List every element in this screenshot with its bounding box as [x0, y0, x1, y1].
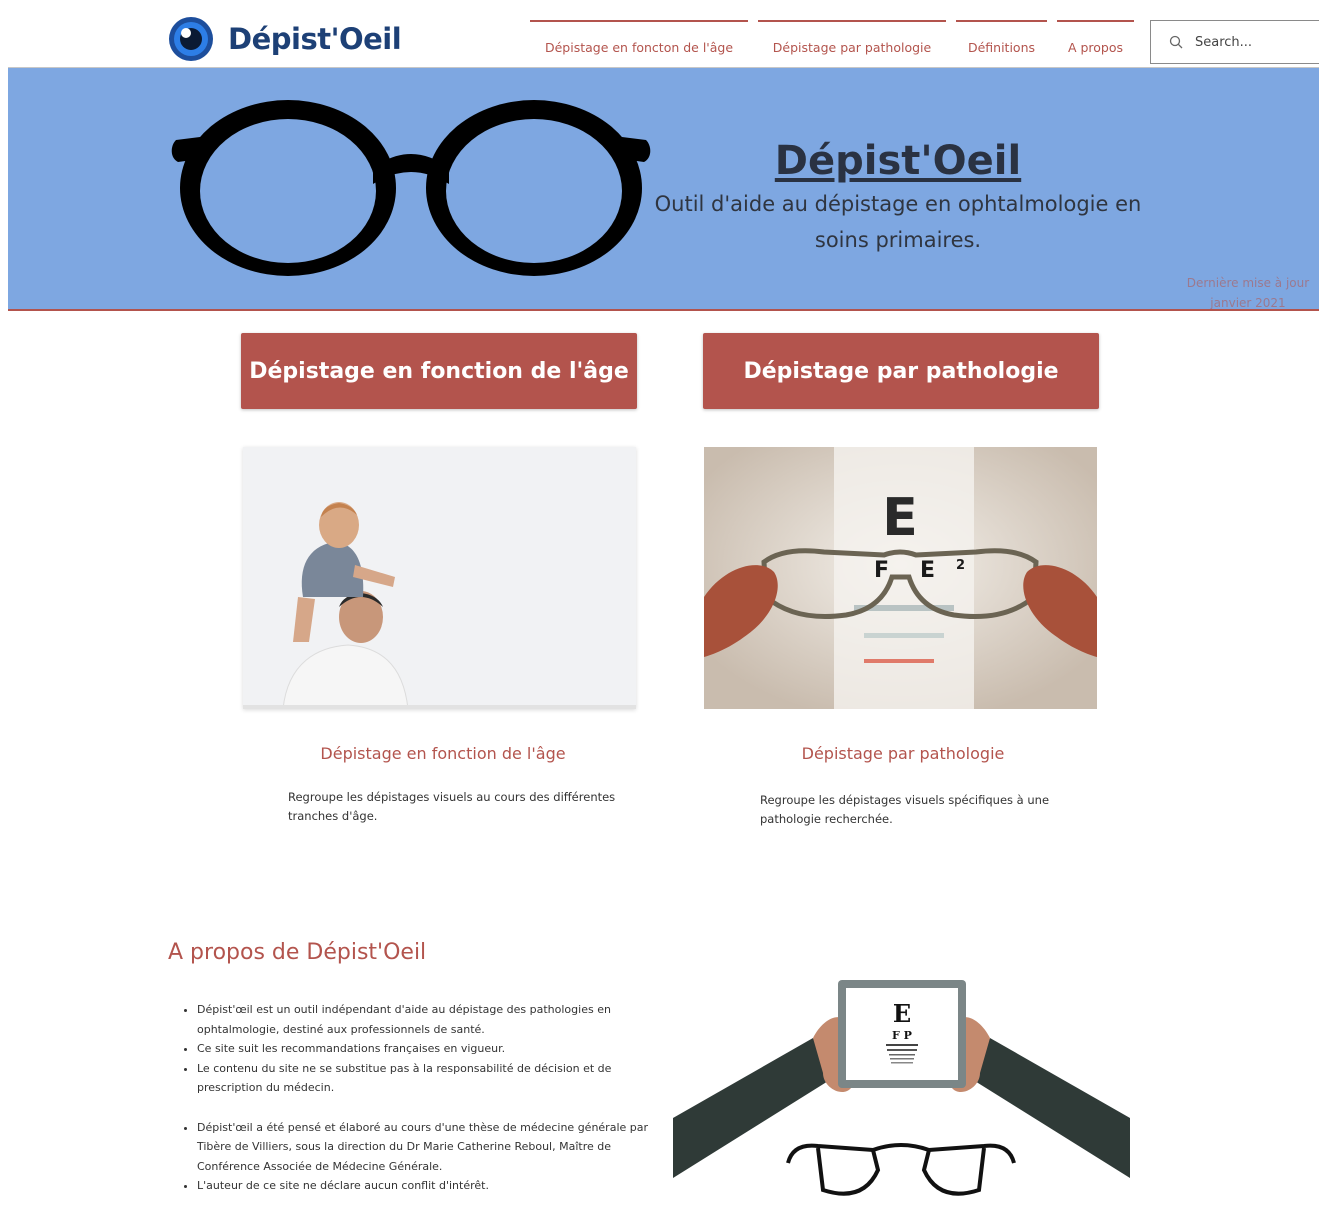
- main-nav: Dépistage en foncton de l'âge Dépistage …: [530, 20, 1134, 55]
- about-item-4: Dépist'œil a été pensé et élaboré au cou…: [197, 1118, 667, 1177]
- about-item-5: L'auteur de ce site ne déclare aucun con…: [197, 1176, 667, 1196]
- glasses-illustration: [171, 100, 651, 276]
- child-on-shoulders-photo[interactable]: [243, 447, 636, 709]
- nav-item-pathology[interactable]: Dépistage par pathologie: [758, 20, 946, 55]
- nav-item-about[interactable]: A propos: [1057, 20, 1134, 55]
- about-title: A propos de Dépist'Oeil: [168, 940, 427, 965]
- svg-text:E: E: [920, 558, 935, 583]
- child-on-shoulders-illustration: [243, 447, 636, 709]
- about-item-1: Dépist'œil est un outil indépendant d'ai…: [197, 1000, 667, 1039]
- age-card-title[interactable]: Dépistage en fonction de l'âge: [243, 744, 643, 763]
- age-screening-button[interactable]: Dépistage en fonction de l'âge: [241, 333, 637, 409]
- about-item-2: Ce site suit les recommandations françai…: [197, 1039, 667, 1059]
- age-card-description: Regroupe les dépistages visuels au cours…: [288, 790, 616, 823]
- eye-logo-icon: [169, 17, 213, 61]
- pathology-screening-button[interactable]: Dépistage par pathologie: [703, 333, 1099, 409]
- pathology-card-title[interactable]: Dépistage par pathologie: [703, 744, 1103, 763]
- search-box[interactable]: [1150, 20, 1319, 64]
- nav-item-definitions[interactable]: Définitions: [956, 20, 1047, 55]
- nav-item-age[interactable]: Dépistage en foncton de l'âge: [530, 20, 748, 55]
- svg-text:E: E: [882, 488, 918, 548]
- pathology-card-description: Regroupe les dépistages visuels spécifiq…: [760, 793, 1050, 826]
- hero-subtitle-line2: soins primaires.: [814, 228, 982, 252]
- site-logo[interactable]: Dépist'Oeil: [168, 16, 402, 62]
- hero-title: Dépist'Oeil: [774, 138, 1022, 184]
- hero-banner: Dépist'Oeil Outil d'aide au dépistage en…: [8, 67, 1319, 311]
- last-update-date: janvier 2021: [1210, 296, 1286, 310]
- svg-text:2: 2: [956, 558, 965, 573]
- about-list: Dépist'œil est un outil indépendant d'ai…: [170, 1000, 667, 1196]
- eye-chart-illustration: E F E 2: [704, 447, 1097, 709]
- chart-letters-fp: F P: [892, 1029, 912, 1042]
- chart-letter-e: E: [893, 999, 911, 1028]
- last-update-label: Dernière mise à jour: [1186, 276, 1310, 290]
- tablet-eye-chart-photo: E F P: [673, 978, 1130, 1212]
- search-icon: [1169, 35, 1183, 49]
- hero-subtitle: Outil d'aide au dépistage en ophtalmolog…: [648, 186, 1148, 258]
- search-input[interactable]: [1193, 33, 1307, 51]
- tablet-eye-chart-illustration: E F P: [673, 978, 1130, 1212]
- about-item-3: Le contenu du site ne se substitue pas à…: [197, 1059, 667, 1098]
- brand-name: Dépist'Oeil: [228, 22, 402, 56]
- eye-chart-photo[interactable]: E F E 2: [704, 447, 1097, 709]
- last-update-note: Dernière mise à jour janvier 2021: [1168, 273, 1319, 313]
- hero-subtitle-line1: Outil d'aide au dépistage en ophtalmolog…: [654, 192, 1142, 216]
- svg-text:F: F: [874, 558, 889, 583]
